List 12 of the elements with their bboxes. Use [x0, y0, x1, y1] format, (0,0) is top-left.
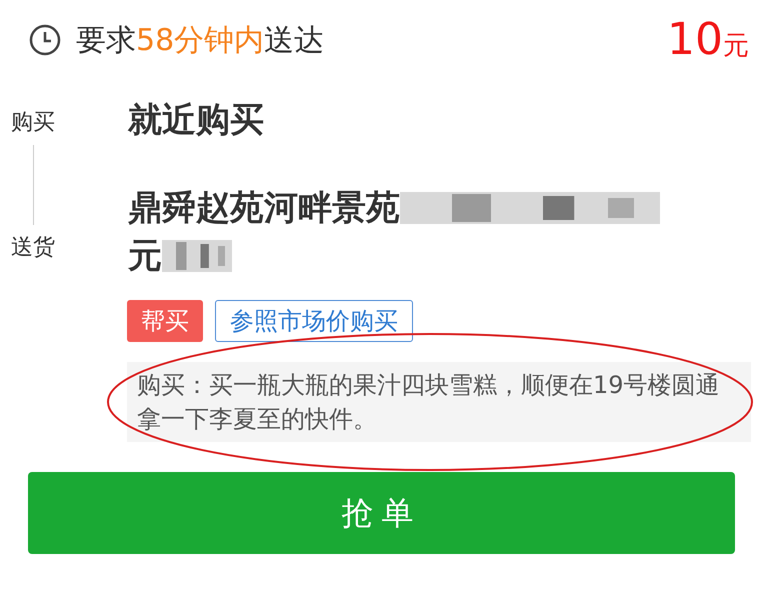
- grab-order-button[interactable]: 抢单: [28, 472, 735, 554]
- route-label: 购买: [11, 109, 55, 137]
- route-address: 元: [128, 234, 162, 278]
- delivery-deadline: 要求58分钟内送达: [76, 22, 324, 60]
- route-address: 鼎舜赵苑河畔景苑: [128, 186, 400, 230]
- order-note: 购买：买一瓶大瓶的果汁四块雪糕，顺便在19号楼圆通拿一下李夏至的快件。: [127, 362, 751, 442]
- tag: 参照市场价购买: [215, 300, 413, 342]
- clock-icon: [28, 23, 62, 57]
- price: 10元: [667, 13, 749, 67]
- tag: 帮买: [127, 300, 203, 342]
- route-address: 就近购买: [128, 98, 264, 142]
- route-label: 送货: [11, 234, 55, 262]
